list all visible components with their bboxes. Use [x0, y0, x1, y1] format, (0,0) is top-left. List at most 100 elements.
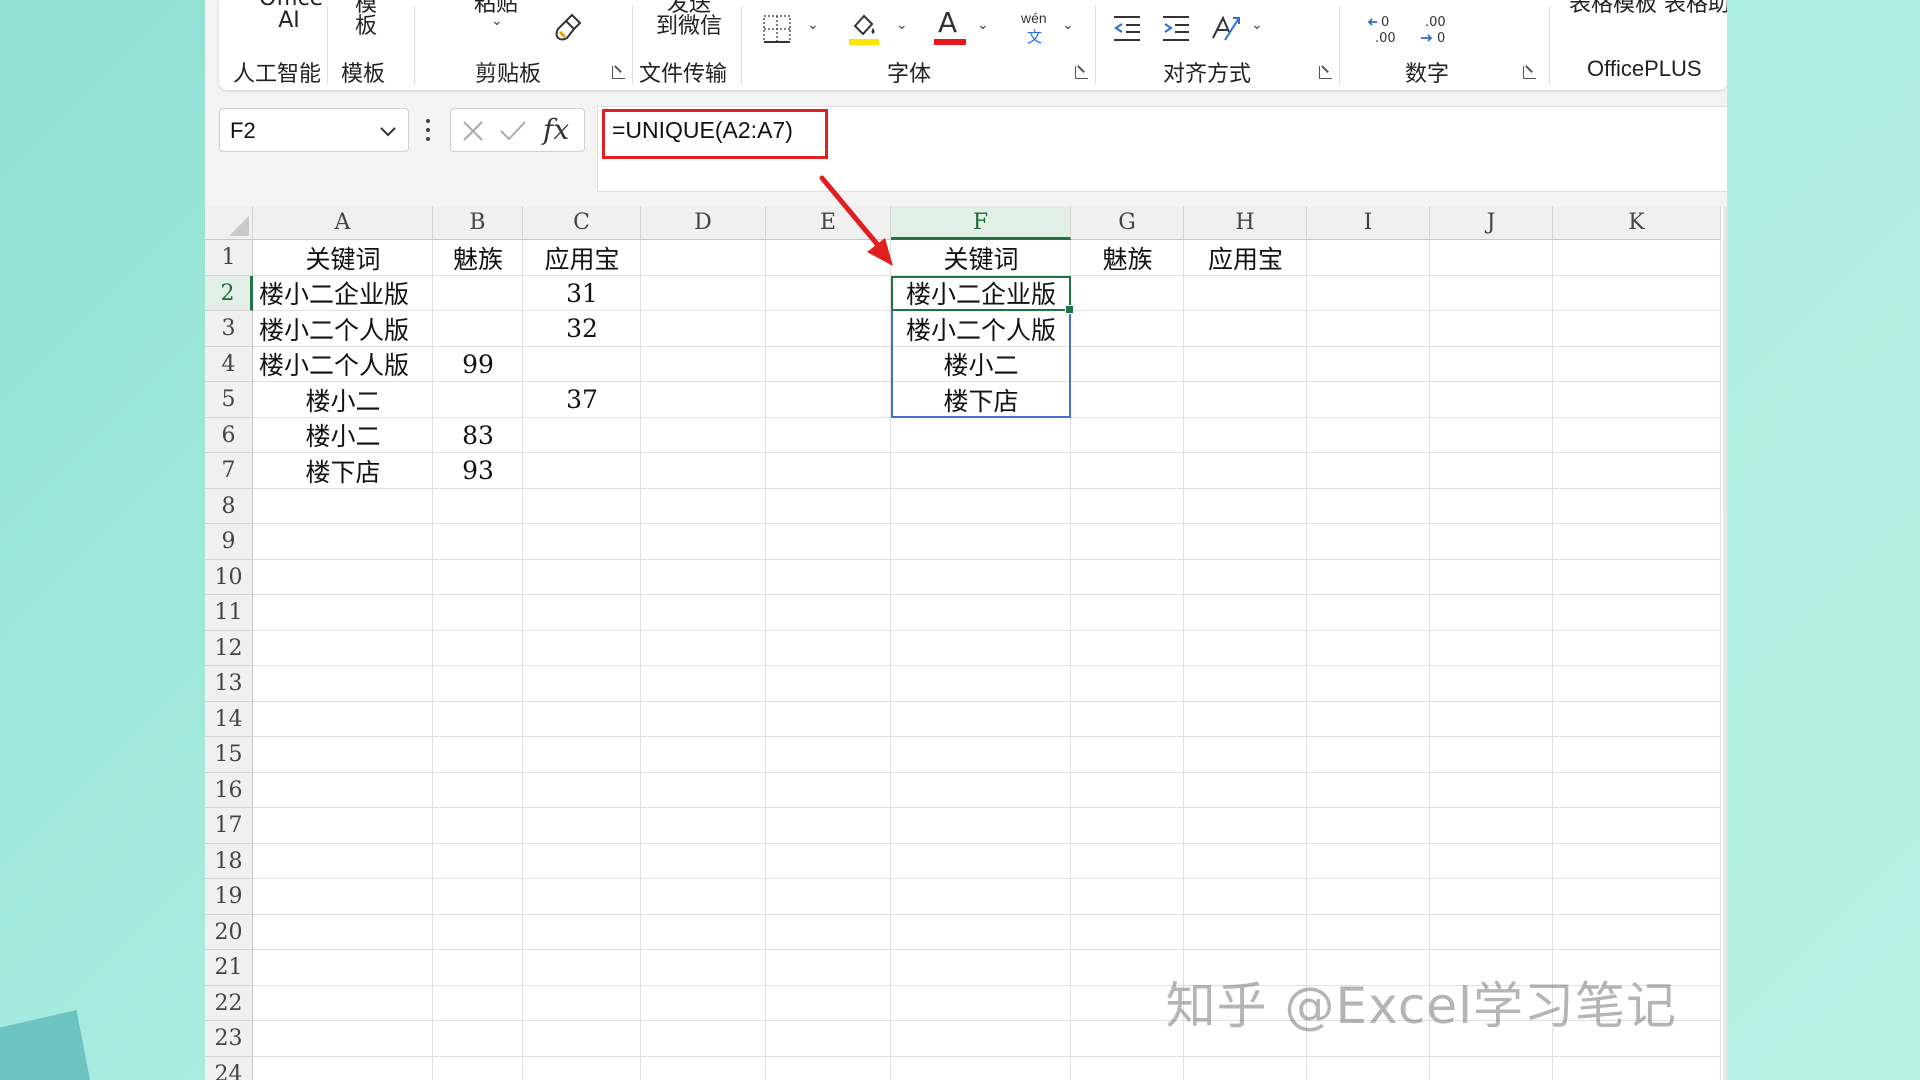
more-options-icon[interactable]: [424, 118, 432, 142]
cell-c5[interactable]: 37: [523, 382, 641, 418]
paste-dropdown-icon[interactable]: ⌄: [491, 12, 503, 29]
cell-b7[interactable]: 93: [433, 453, 523, 489]
active-cell-border[interactable]: [891, 275, 1074, 314]
increase-decimal-icon[interactable]: 0 .00: [1367, 12, 1401, 46]
gridline: [253, 807, 1721, 808]
column-header-d[interactable]: D: [641, 206, 766, 240]
row-header-12[interactable]: 12: [205, 630, 253, 666]
gridline: [253, 736, 1721, 737]
column-header-h[interactable]: H: [1184, 206, 1307, 240]
row-header-9[interactable]: 9: [205, 524, 253, 560]
row-header-16[interactable]: 16: [205, 772, 253, 808]
fill-color-dropdown-icon[interactable]: ⌄: [896, 16, 908, 33]
cell-a3[interactable]: 楼小二个人版: [253, 311, 433, 347]
gridline: [640, 240, 641, 1080]
worksheet-grid[interactable]: A B C D E F G H I J K 1 2 3 4 5 6 7 8 9 10 11 12 13 14 15 16 17 18 19…: [205, 206, 1727, 1080]
column-header-c[interactable]: C: [523, 206, 641, 240]
row-header-8[interactable]: 8: [205, 488, 253, 524]
group-label-officeplus: OfficePLUS: [1587, 56, 1702, 81]
row-header-1[interactable]: 1: [205, 240, 253, 276]
row-header-13[interactable]: 13: [205, 666, 253, 702]
decrease-decimal-icon[interactable]: .00 0: [1417, 12, 1451, 46]
cell-c3[interactable]: 32: [523, 311, 641, 347]
cell-a5[interactable]: 楼小二: [253, 382, 433, 418]
group-label-clipboard: 剪贴板: [475, 62, 542, 87]
clipboard-launcher-icon[interactable]: [612, 66, 625, 79]
row-header-22[interactable]: 22: [205, 985, 253, 1021]
row-header-15[interactable]: 15: [205, 737, 253, 773]
borders-icon[interactable]: [762, 14, 792, 44]
column-header-g[interactable]: G: [1071, 206, 1184, 240]
insert-function-button[interactable]: fx: [543, 113, 569, 146]
row-header-14[interactable]: 14: [205, 701, 253, 737]
ribbon-separator: [741, 6, 742, 84]
text-orientation-icon[interactable]: [1209, 10, 1243, 44]
column-header-j[interactable]: J: [1430, 206, 1553, 240]
row-header-24[interactable]: 24: [205, 1056, 253, 1080]
format-painter-icon[interactable]: [552, 12, 584, 44]
column-header-b[interactable]: B: [433, 206, 523, 240]
cell-b1[interactable]: 魅族: [433, 240, 523, 276]
row-header-17[interactable]: 17: [205, 808, 253, 844]
cell-b6[interactable]: 83: [433, 418, 523, 454]
cell-a4[interactable]: 楼小二个人版: [253, 347, 433, 383]
row-header-5[interactable]: 5: [205, 382, 253, 418]
cell-a6[interactable]: 楼小二: [253, 418, 433, 454]
font-color-dropdown-icon[interactable]: ⌄: [977, 16, 989, 33]
column-header-i[interactable]: I: [1307, 206, 1430, 240]
ribbon-separator: [327, 6, 328, 84]
select-all-corner[interactable]: [205, 206, 253, 240]
cell-a1[interactable]: 关键词: [253, 240, 433, 276]
alignment-launcher-icon[interactable]: [1319, 66, 1332, 79]
row-header-11[interactable]: 11: [205, 595, 253, 631]
formula-bar-area: F2 fx =UNIQUE(A2:A7): [205, 96, 1727, 206]
row-header-19[interactable]: 19: [205, 879, 253, 915]
background-decoration: [0, 1010, 90, 1080]
cell-b4[interactable]: 99: [433, 347, 523, 383]
cell-f1[interactable]: 关键词: [891, 240, 1071, 276]
column-header-e[interactable]: E: [766, 206, 891, 240]
font-color-icon[interactable]: A: [934, 6, 968, 46]
borders-dropdown-icon[interactable]: ⌄: [807, 16, 819, 33]
row-header-4[interactable]: 4: [205, 346, 253, 382]
cell-g1[interactable]: 魅族: [1071, 240, 1184, 276]
row-header-10[interactable]: 10: [205, 559, 253, 595]
office-ai-button[interactable]: AI: [259, 8, 319, 33]
row-header-21[interactable]: 21: [205, 950, 253, 986]
cell-a7[interactable]: 楼下店: [253, 453, 433, 489]
phonetic-dropdown-icon[interactable]: ⌄: [1062, 16, 1074, 33]
cell-c1[interactable]: 应用宝: [523, 240, 641, 276]
cell-c2[interactable]: 31: [523, 276, 641, 312]
ribbon-separator: [1549, 6, 1550, 84]
formula-input[interactable]: =UNIQUE(A2:A7): [597, 106, 1727, 192]
row-header-3[interactable]: 3: [205, 311, 253, 347]
orientation-dropdown-icon[interactable]: ⌄: [1251, 16, 1263, 33]
row-header-20[interactable]: 20: [205, 914, 253, 950]
font-launcher-icon[interactable]: [1075, 66, 1088, 79]
number-launcher-icon[interactable]: [1523, 66, 1536, 79]
name-box-dropdown-icon[interactable]: [378, 121, 398, 141]
phonetic-guide-icon[interactable]: wén 文: [1019, 10, 1053, 46]
vertical-scrollbar[interactable]: [1723, 206, 1727, 1080]
column-header-k[interactable]: K: [1553, 206, 1721, 240]
gridline: [1552, 240, 1553, 1080]
enter-check-icon[interactable]: [499, 119, 527, 143]
send-to-wechat-button[interactable]: 到微信: [639, 8, 739, 40]
cell-h1[interactable]: 应用宝: [1184, 240, 1307, 276]
row-header-7[interactable]: 7: [205, 453, 253, 489]
gridline: [1183, 240, 1184, 1080]
column-header-f[interactable]: F: [891, 206, 1071, 240]
gridline: [253, 523, 1721, 524]
column-header-a[interactable]: A: [253, 206, 433, 240]
name-box[interactable]: F2: [219, 108, 409, 152]
cancel-icon[interactable]: [461, 119, 485, 143]
row-header-2[interactable]: 2: [205, 275, 253, 311]
increase-indent-icon[interactable]: [1161, 14, 1191, 42]
template-button[interactable]: 板: [351, 8, 381, 40]
cell-a2[interactable]: 楼小二企业版: [253, 276, 433, 312]
fill-color-icon[interactable]: [847, 10, 881, 46]
row-header-18[interactable]: 18: [205, 843, 253, 879]
row-header-23[interactable]: 23: [205, 1021, 253, 1057]
decrease-indent-icon[interactable]: [1112, 14, 1142, 42]
row-header-6[interactable]: 6: [205, 417, 253, 453]
